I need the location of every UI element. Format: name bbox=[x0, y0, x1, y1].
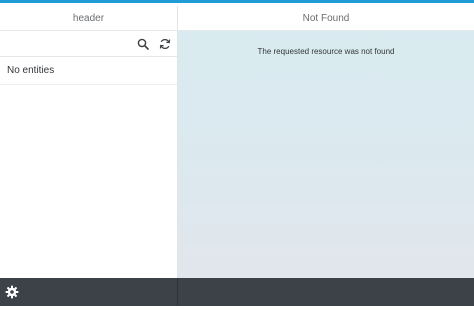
not-found-message: The requested resource was not found bbox=[257, 47, 395, 56]
master-pane: header No entities bbox=[0, 6, 178, 278]
footer-divider bbox=[177, 278, 178, 306]
detail-header: Not Found bbox=[178, 6, 474, 31]
empty-list-message: No entities bbox=[0, 57, 177, 85]
master-header: header bbox=[0, 6, 177, 31]
master-toolbar bbox=[0, 31, 177, 57]
footer-bar bbox=[0, 278, 474, 306]
master-header-title: header bbox=[72, 12, 105, 24]
detail-pane: Not Found The requested resource was not… bbox=[178, 6, 474, 278]
detail-header-title: Not Found bbox=[302, 12, 350, 24]
refresh-icon[interactable] bbox=[158, 37, 172, 51]
gear-icon[interactable] bbox=[5, 285, 19, 299]
empty-list-text: No entities bbox=[7, 65, 55, 76]
app-shell: header No entities Not Found The request… bbox=[0, 0, 474, 310]
search-icon[interactable] bbox=[136, 37, 150, 51]
